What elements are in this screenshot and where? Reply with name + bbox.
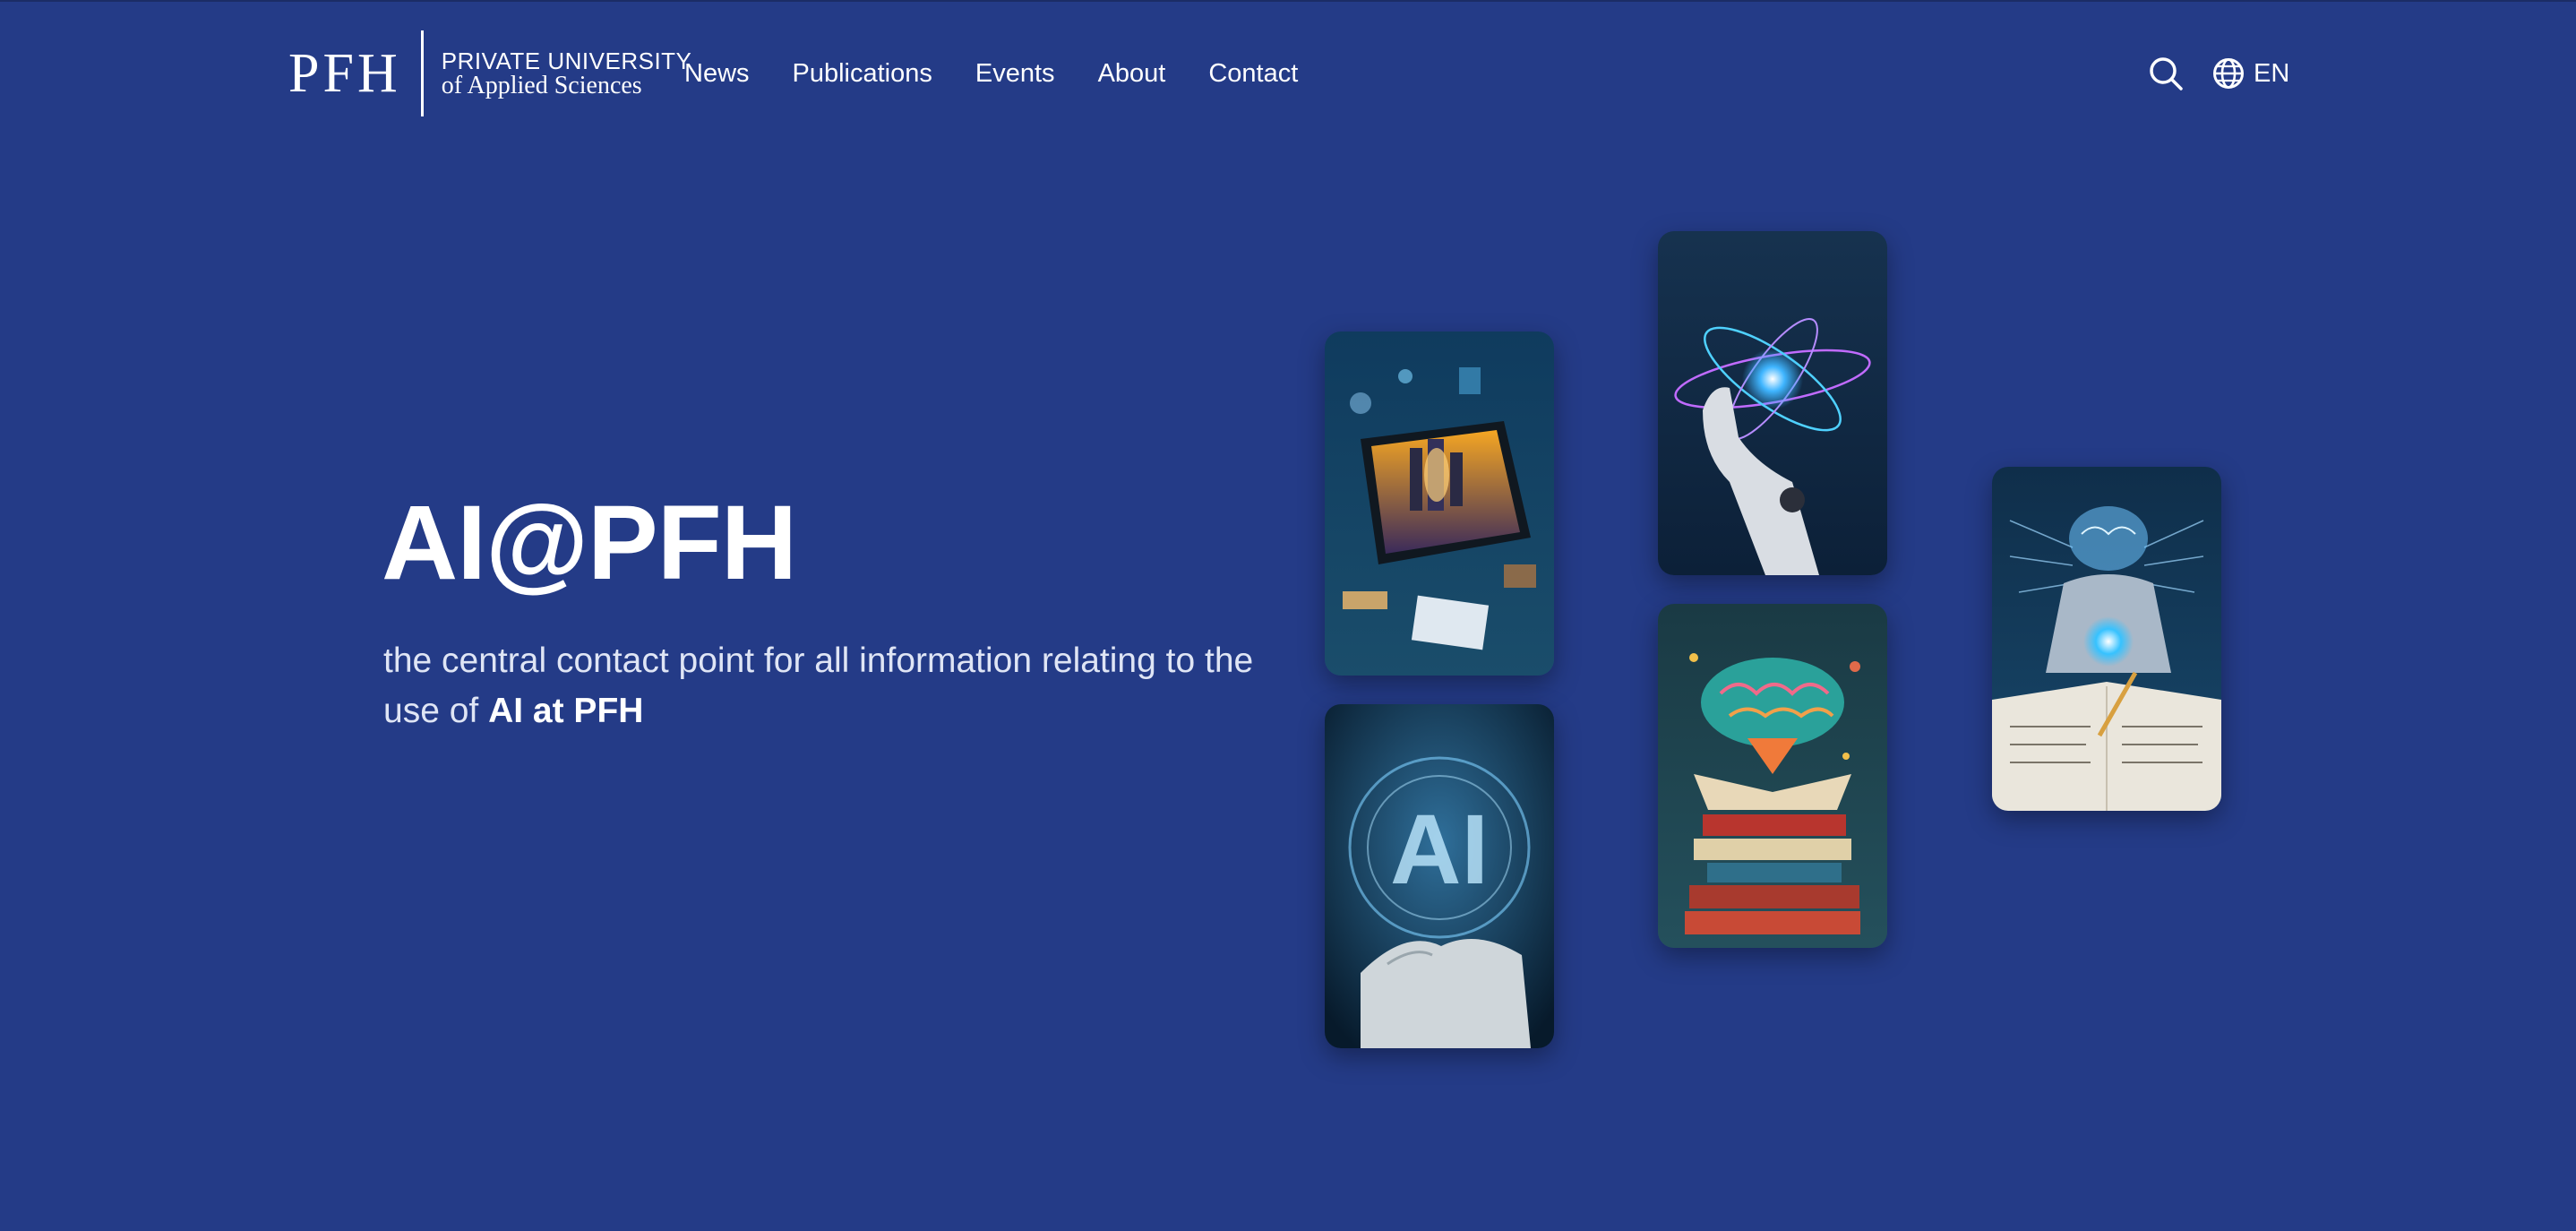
- logo-divider: [420, 30, 424, 116]
- nav-news[interactable]: News: [684, 56, 750, 91]
- nav-contact[interactable]: Contact: [1208, 56, 1298, 91]
- logo-line-2: of Applied Sciences: [441, 72, 642, 99]
- language-switcher[interactable]: EN: [2212, 56, 2289, 91]
- search-button[interactable]: [2148, 56, 2184, 91]
- pfh-logo[interactable]: PFH PRIVATE UNIVERSITY of Applied Scienc…: [288, 30, 691, 116]
- globe-icon: [2213, 58, 2244, 89]
- ai-city-tablet-image: [1325, 331, 1554, 676]
- main-nav: News Publications Events About Contact: [684, 56, 1298, 91]
- robot-studying-image: [1992, 467, 2221, 811]
- hologram-glyph: AI: [1390, 795, 1489, 905]
- nav-events[interactable]: Events: [975, 56, 1055, 91]
- card-brain-books: [1658, 604, 1887, 948]
- brain-books-image: [1658, 604, 1887, 948]
- card-ai-city-tablet: [1325, 331, 1554, 676]
- page-title: AI@PFH: [382, 484, 797, 602]
- ai-hand-hologram-image: AI: [1325, 704, 1554, 1048]
- hero-subtitle: the central contact point for all inform…: [383, 636, 1261, 736]
- search-icon: [2150, 57, 2183, 90]
- logo-mark: PFH: [288, 43, 401, 104]
- nav-about[interactable]: About: [1098, 56, 1166, 91]
- card-robot-studying: [1992, 467, 2221, 811]
- logo-text: PRIVATE UNIVERSITY of Applied Sciences: [442, 48, 692, 99]
- logo-line-1: PRIVATE UNIVERSITY: [441, 47, 692, 74]
- card-ai-hand-hologram: AI: [1325, 704, 1554, 1048]
- site-header: PFH PRIVATE UNIVERSITY of Applied Scienc…: [0, 0, 2576, 147]
- card-robot-hand-atom: [1658, 231, 1887, 575]
- robot-hand-atom-image: [1658, 231, 1887, 575]
- hero-subtitle-bold: AI at PFH: [488, 692, 644, 730]
- language-label: EN: [2254, 59, 2290, 88]
- nav-publications[interactable]: Publications: [793, 56, 932, 91]
